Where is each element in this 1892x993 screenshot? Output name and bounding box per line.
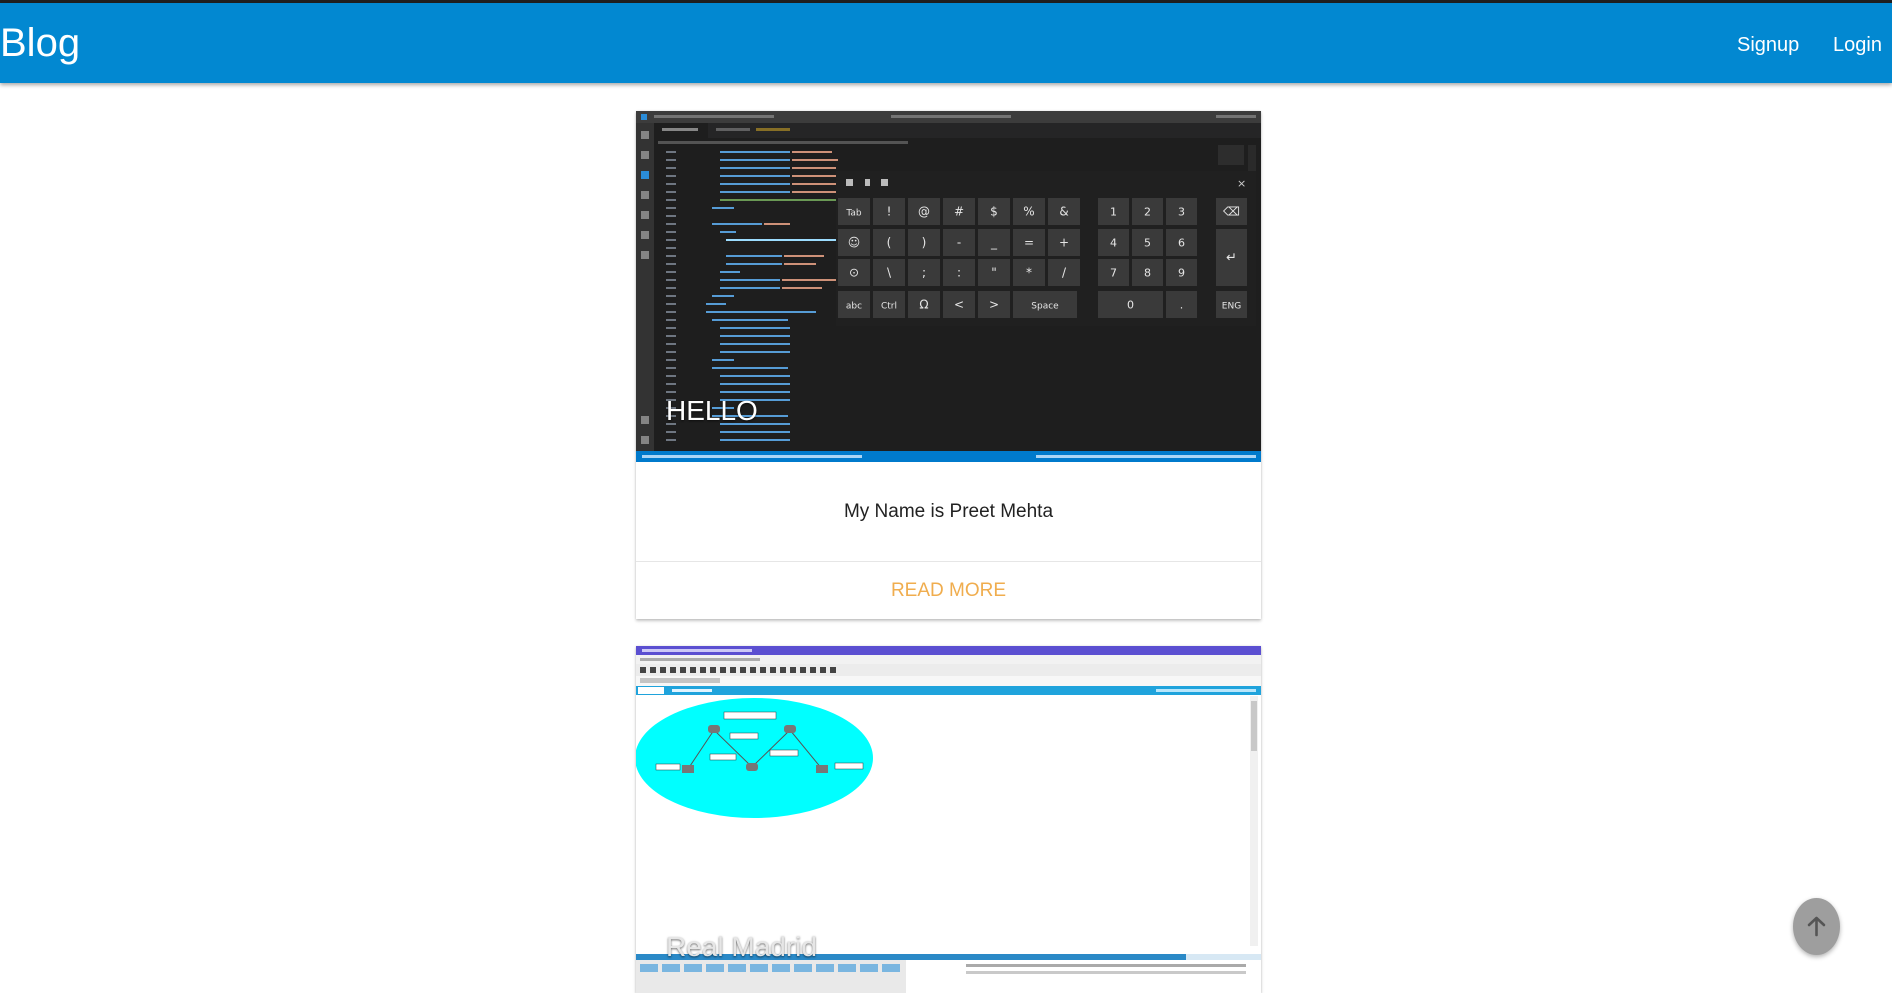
keyboard-key-label: (	[887, 236, 892, 250]
keyboard-key-label: 7	[1110, 267, 1117, 280]
login-link[interactable]: Login	[1833, 33, 1882, 57]
keyboard-key-label: *	[1026, 266, 1032, 280]
keyboard-key-label: .	[1180, 299, 1184, 312]
post-content: My Name is Preet Mehta	[636, 462, 1261, 562]
keyboard-key-label: -	[957, 236, 961, 250]
keyboard-key-label: 8	[1144, 267, 1151, 280]
keyboard-key-label: &	[1059, 205, 1068, 219]
keyboard-key-label: 2	[1144, 206, 1151, 219]
card-action: READ MORE	[636, 562, 1261, 619]
keyboard-key-label: ☺	[848, 236, 861, 250]
keyboard-key-label: 4	[1110, 237, 1117, 250]
post-image-code-editor[interactable]: × Tab! @ # $% & ☺() - _ = + ⊙ \;: " * / abc Ctrl Ω < > Space…	[636, 111, 1261, 462]
keyboard-key-label: ;	[922, 266, 926, 280]
keyboard-key-label: 5	[1144, 237, 1151, 250]
post-image-title: HELLO	[666, 395, 758, 426]
keyboard-key-label: 1	[1110, 206, 1117, 219]
svg-text:×: ×	[1237, 177, 1246, 190]
keyboard-key-label: =	[1024, 236, 1034, 250]
keyboard-key-label: ↵	[1226, 251, 1237, 266]
scroll-to-top-button[interactable]	[1793, 898, 1840, 955]
keyboard-key-label: $	[990, 205, 998, 219]
post-content-text: My Name is Preet Mehta	[843, 501, 1054, 522]
post-image-title: Real Madrid	[666, 931, 817, 962]
keyboard-key-label: Ω	[919, 298, 928, 312]
keyboard-key-label: 6	[1178, 237, 1185, 250]
keyboard-key-label: 3	[1178, 206, 1185, 219]
signup-link[interactable]: Signup	[1737, 33, 1799, 57]
read-more-link[interactable]: READ MORE	[891, 562, 1006, 619]
keyboard-key-label: >	[989, 298, 999, 312]
keyboard-key-label: Ctrl	[881, 302, 897, 312]
keyboard-key-label: "	[991, 266, 997, 280]
keyboard-key-label: %	[1023, 205, 1034, 219]
post-image-network-diagram[interactable]: Real Madrid	[636, 646, 1261, 993]
keyboard-key-label: :	[957, 266, 961, 280]
keyboard-key-label: Tab	[845, 209, 862, 219]
keyboard-key-label: @	[918, 205, 930, 219]
keyboard-key-label: abc	[846, 302, 862, 312]
keyboard-key-label: Space	[1031, 302, 1059, 312]
arrow-up-icon	[1807, 916, 1826, 937]
brand-logo[interactable]: Blog	[0, 21, 80, 65]
keyboard-key-label: <	[954, 298, 964, 312]
keyboard-key-label: 9	[1178, 267, 1185, 280]
keyboard-key-label: !	[887, 205, 892, 219]
keyboard-key-label: #	[954, 205, 964, 219]
keyboard-key-label: ENG	[1222, 302, 1241, 312]
keyboard-key-label: ⌫	[1222, 205, 1240, 219]
post-card: Real Madrid	[636, 646, 1261, 993]
keyboard-key-label: ⊙	[849, 266, 859, 280]
keyboard-key-label: _	[990, 236, 998, 250]
post-card: × Tab! @ # $% & ☺() - _ = + ⊙ \;: " * / abc Ctrl Ω < > Space…	[636, 111, 1261, 619]
keyboard-key-label: 0	[1127, 299, 1134, 312]
navbar: Blog Signup Login	[0, 3, 1892, 83]
keyboard-key-label: )	[922, 236, 927, 250]
keyboard-key-label: +	[1059, 236, 1069, 250]
